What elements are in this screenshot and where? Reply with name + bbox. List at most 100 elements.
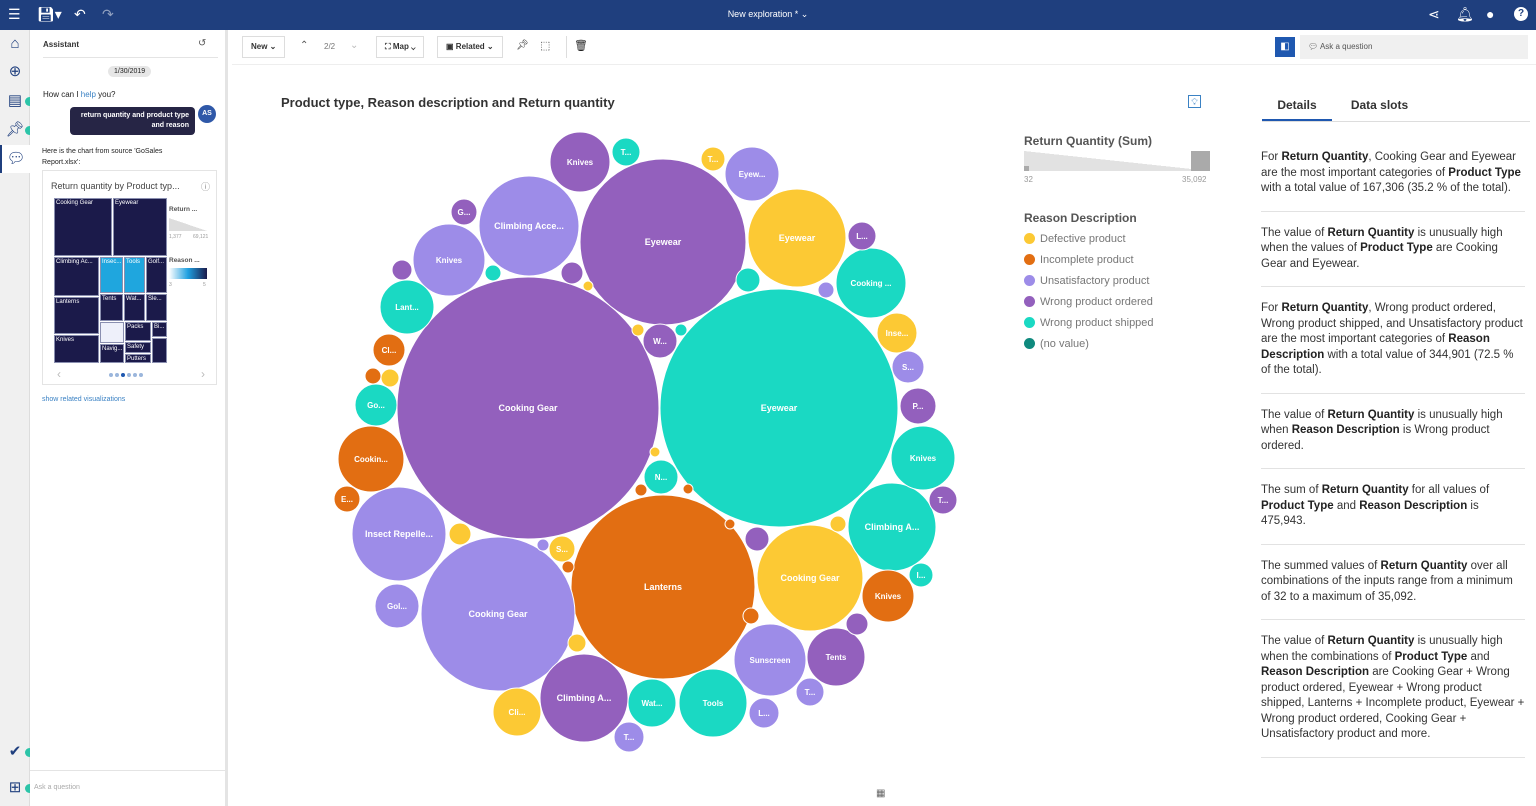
bubble[interactable]	[582, 280, 594, 292]
size-legend-bar	[169, 218, 207, 231]
bubble[interactable]	[845, 612, 869, 636]
bubble[interactable]	[649, 446, 661, 458]
date-chip: 1/30/2019	[108, 66, 152, 77]
bubble[interactable]	[567, 633, 587, 653]
pager-dot[interactable]	[133, 373, 137, 377]
bubble[interactable]	[561, 560, 575, 574]
treemap-cell: Tents	[100, 294, 123, 321]
bubble-label: S...	[902, 363, 914, 372]
show-related-link[interactable]: show related visualizations	[42, 396, 125, 403]
help-icon[interactable]: ?	[1514, 7, 1528, 21]
reset-icon[interactable]: ↺	[198, 38, 206, 49]
legend-swatch	[1024, 275, 1035, 286]
legend-label: Wrong product shipped	[1040, 316, 1154, 329]
bubble[interactable]	[817, 281, 835, 299]
bubble-label: T...	[708, 155, 719, 164]
assistant-title: Assistant	[43, 40, 80, 49]
pager-dot[interactable]	[139, 373, 143, 377]
bubble-label: Knives	[436, 256, 463, 265]
data-table-icon[interactable]: ▦	[876, 788, 885, 799]
bubble-label: Cooking Gear	[780, 573, 840, 583]
pager-dot[interactable]	[121, 373, 125, 377]
legend-swatch	[1024, 338, 1035, 349]
bubble[interactable]	[560, 261, 584, 285]
color-legend-bar	[169, 268, 207, 279]
prev-chart-button[interactable]: ‹	[57, 367, 61, 381]
legend-label: Wrong product ordered	[1040, 295, 1153, 308]
treemap-cell: Packs	[125, 322, 151, 341]
ask-question-input[interactable]: 💬︎ Ask a question	[1300, 35, 1528, 59]
tab-details[interactable]: Details	[1262, 94, 1332, 121]
explore-icon[interactable]: ⊕	[0, 58, 30, 86]
home-icon[interactable]: ⌂	[0, 30, 30, 58]
treemap-cell: Putters	[125, 354, 151, 363]
bubble[interactable]	[735, 267, 761, 293]
bubble-label: P...	[913, 402, 924, 411]
main-area: New ⌄ ⌃ 2/2 ⌄ ⛶ Map ⌄ ▣ Related ⌄ 📌︎ ⬚ 🗑…	[232, 30, 1536, 806]
bubble[interactable]	[744, 526, 770, 552]
bubble[interactable]	[829, 515, 847, 533]
bubble[interactable]	[742, 607, 760, 625]
info-icon[interactable]: ⓘ	[201, 180, 210, 193]
legend-swatch	[1024, 296, 1035, 307]
size-legend-min: 32	[1024, 175, 1033, 184]
bubble-label: Climbing Acce...	[494, 221, 564, 231]
insight-item: The summed values of Return Quantity ove…	[1261, 545, 1525, 620]
bubble[interactable]	[484, 264, 502, 282]
pager-dot[interactable]	[115, 373, 119, 377]
legend-label: Incomplete product	[1040, 253, 1134, 266]
color-legend-title: Reason Description	[1024, 211, 1137, 225]
insight-item: The value of Return Quantity is unusuall…	[1261, 620, 1525, 758]
treemap-cell: Safety	[125, 342, 151, 353]
size-legend-wedge	[1024, 151, 1210, 171]
legend-label: Unsatisfactory product	[1040, 274, 1150, 287]
chevron-down-icon: ⌄	[800, 9, 809, 19]
bubble-label: Tools	[703, 699, 724, 708]
bubble[interactable]	[448, 522, 472, 546]
bubble-label: Knives	[910, 454, 937, 463]
bell-icon[interactable]: 🔔︎	[1456, 6, 1474, 23]
color-legend: Defective product Incomplete product Unsat…	[1024, 228, 1154, 354]
bubble-label: T...	[621, 148, 632, 157]
bubble[interactable]	[380, 368, 400, 388]
bubble[interactable]	[634, 483, 648, 497]
bubble-label: Go...	[367, 401, 385, 410]
pager-dot[interactable]	[109, 373, 113, 377]
legend-item[interactable]: Defective product	[1024, 228, 1154, 249]
pager-dot[interactable]	[127, 373, 131, 377]
tab-data-slots[interactable]: Data slots	[1332, 94, 1427, 121]
legend-item[interactable]: Incomplete product	[1024, 249, 1154, 270]
legend-item[interactable]: Wrong product shipped	[1024, 312, 1154, 333]
bubble[interactable]	[364, 367, 382, 385]
bubble-label: L...	[758, 709, 770, 718]
user-icon[interactable]: ●	[1486, 6, 1494, 22]
bubble[interactable]	[536, 538, 550, 552]
assistant-ask-input[interactable]: Ask a question	[34, 784, 80, 791]
size-legend-max: 35,092	[1182, 175, 1207, 184]
bubble-label: Sunscreen	[750, 656, 791, 665]
panel-toggle-button[interactable]: ◧	[1275, 37, 1295, 57]
next-chart-button[interactable]: ›	[201, 367, 205, 381]
help-link[interactable]: help	[81, 90, 96, 99]
bubble[interactable]	[682, 483, 694, 495]
chart-card[interactable]: Return quantity by Product typ... ⓘ Cook…	[42, 170, 217, 385]
treemap-cell: Navig...	[100, 344, 124, 363]
legend-item[interactable]: Unsatisfactory product	[1024, 270, 1154, 291]
pager-dots	[109, 373, 143, 377]
bubble-label: Knives	[875, 592, 902, 601]
bubble[interactable]	[391, 259, 413, 281]
bubble-label: Gol...	[387, 602, 407, 611]
insights-list: For Return Quantity, Cooking Gear and Ey…	[1261, 136, 1525, 758]
share-icon[interactable]: ⋖	[1428, 6, 1440, 23]
bubble[interactable]	[724, 518, 736, 530]
exploration-title[interactable]: New exploration * ⌄	[0, 9, 1536, 20]
bubble[interactable]	[674, 323, 688, 337]
bubble-label: Eyew...	[739, 170, 766, 179]
bubble-label: Cli...	[509, 708, 526, 717]
greeting: How can I help you?	[43, 90, 116, 99]
bubble[interactable]	[631, 323, 645, 337]
bubble-label: L...	[856, 232, 868, 241]
legend-item[interactable]: (no value)	[1024, 333, 1154, 354]
legend-item[interactable]: Wrong product ordered	[1024, 291, 1154, 312]
assistant-icon[interactable]: 💬︎	[0, 145, 30, 173]
